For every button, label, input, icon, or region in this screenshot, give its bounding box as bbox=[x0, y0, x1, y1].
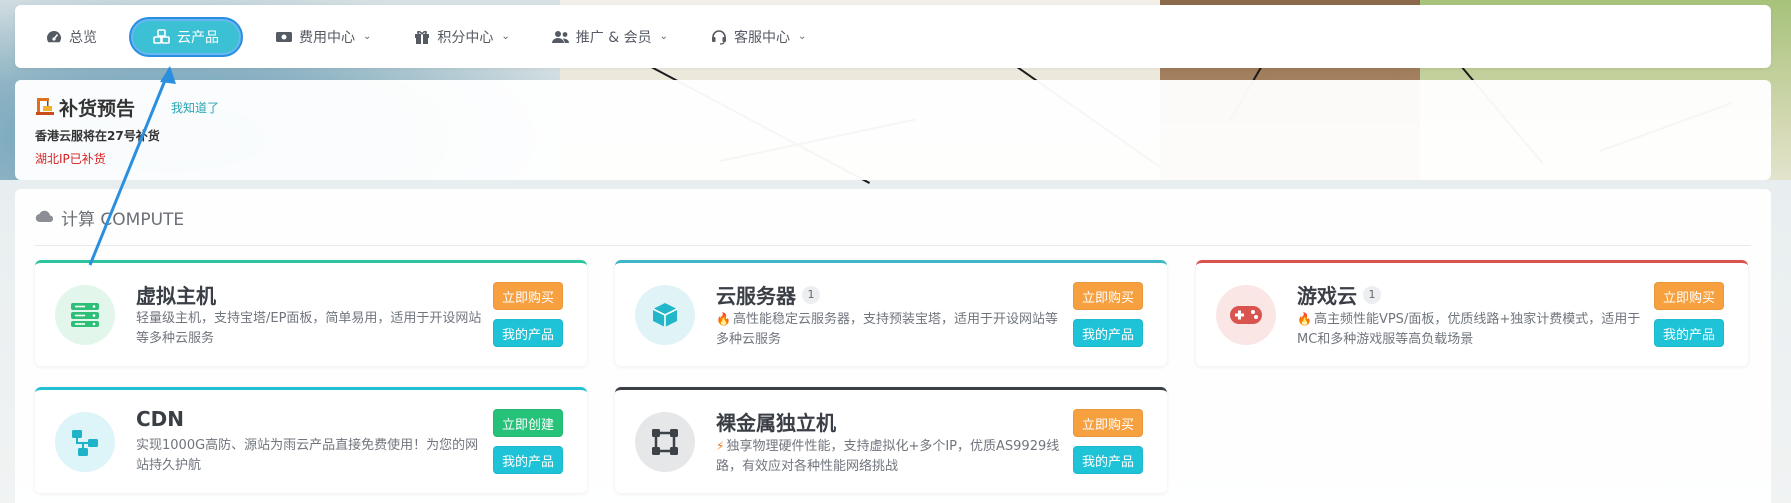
count-badge: 1 bbox=[1363, 285, 1381, 304]
gift-icon bbox=[413, 28, 431, 46]
notice-line-alert: 湖北IP已补货 bbox=[35, 152, 106, 166]
nav-label: 云产品 bbox=[177, 29, 219, 46]
my-products-button[interactable]: 我的产品 bbox=[493, 446, 563, 474]
chevron-down-icon: ⌄ bbox=[659, 31, 668, 42]
nav-label: 总览 bbox=[69, 29, 97, 46]
server-icon bbox=[55, 285, 115, 345]
card-description-wrap: 🔥 高性能稳定云服务器，支持预装宝塔，适用于开设网站等多种云服务 bbox=[716, 309, 1066, 350]
acknowledge-link[interactable]: 我知道了 bbox=[171, 99, 219, 116]
construction-icon bbox=[35, 96, 55, 120]
chevron-down-icon: ⌄ bbox=[798, 31, 807, 42]
money-icon bbox=[275, 28, 293, 46]
notice-title: 补货预告 bbox=[59, 98, 136, 120]
gamepad-icon bbox=[1216, 285, 1276, 345]
card-title: 裸金属独立机 bbox=[716, 411, 836, 435]
create-now-button[interactable]: 立即创建 bbox=[493, 409, 563, 437]
chevron-down-icon: ⌄ bbox=[501, 31, 510, 42]
box-icon bbox=[635, 285, 695, 345]
nav-item-support[interactable]: 客服中心 ⌄ bbox=[710, 17, 806, 57]
headset-icon bbox=[710, 28, 728, 46]
my-products-button[interactable]: 我的产品 bbox=[1073, 319, 1143, 347]
product-card-game-cloud: 游戏云 1 🔥 高主频性能VPS/面板，优质线路+独家计费模式，适用于MC和多种游… bbox=[1196, 260, 1748, 366]
product-card-bare-metal: 裸金属独立机 ⚡ 独享物理硬件性能，支持虚拟化+多个IP，优质AS9929线路，有… bbox=[615, 387, 1167, 493]
notice-line: 香港云服将在27号补货 bbox=[35, 129, 160, 143]
restock-notice: 补货预告 我知道了 香港云服将在27号补货 湖北IP已补货 bbox=[15, 80, 1771, 180]
divider bbox=[35, 245, 1751, 246]
product-card-virtual-host: 虚拟主机 轻量级主机，支持宝塔/EP面板，简单易用，适用于开设网站等多种云服务 … bbox=[35, 260, 587, 366]
card-title: 虚拟主机 bbox=[136, 284, 216, 308]
card-title: 云服务器 bbox=[716, 284, 796, 308]
nav-item-billing[interactable]: 费用中心 ⌄ bbox=[275, 17, 371, 57]
buy-now-button[interactable]: 立即购买 bbox=[493, 282, 563, 310]
nav-label: 积分中心 bbox=[437, 29, 494, 46]
product-card-cloud-server: 云服务器 1 🔥 高性能稳定云服务器，支持预装宝塔，适用于开设网站等多种云服务 立… bbox=[615, 260, 1167, 366]
card-title: CDN bbox=[136, 407, 185, 431]
nav-item-points[interactable]: 积分中心 ⌄ bbox=[413, 17, 510, 57]
top-navigation: 总览 云产品 费用中心 ⌄ 积分中心 ⌄ 推广 & 会员 ⌄ 客服中心 ⌄ bbox=[15, 5, 1771, 68]
card-description: 独享物理硬件性能，支持虚拟化+多个IP，优质AS9929线路，有效应对各种性能网… bbox=[716, 439, 1060, 474]
nav-label: 费用中心 bbox=[299, 29, 355, 46]
card-description: 高性能稳定云服务器，支持预装宝塔，适用于开设网站等多种云服务 bbox=[716, 312, 1058, 347]
nav-label: 客服中心 bbox=[734, 29, 790, 46]
users-icon bbox=[551, 28, 570, 46]
buy-now-button[interactable]: 立即购买 bbox=[1073, 409, 1143, 437]
section-title: 计算 COMPUTE bbox=[61, 210, 185, 230]
chevron-down-icon: ⌄ bbox=[363, 31, 372, 42]
card-description-wrap: ⚡ 独享物理硬件性能，支持虚拟化+多个IP，优质AS9929线路，有效应对各种性能… bbox=[716, 436, 1066, 477]
lightning-icon: ⚡ bbox=[716, 439, 725, 453]
fire-icon: 🔥 bbox=[1297, 312, 1312, 326]
fire-icon: 🔥 bbox=[716, 312, 731, 326]
count-badge: 1 bbox=[802, 285, 820, 304]
my-products-button[interactable]: 我的产品 bbox=[493, 319, 563, 347]
buy-now-button[interactable]: 立即购买 bbox=[1654, 282, 1724, 310]
my-products-button[interactable]: 我的产品 bbox=[1654, 319, 1724, 347]
card-description: 轻量级主机，支持宝塔/EP面板，简单易用，适用于开设网站等多种云服务 bbox=[136, 311, 482, 346]
card-description: 高主频性能VPS/面板，优质线路+独家计费模式，适用于MC和多种游戏服等高负载场… bbox=[1297, 312, 1641, 347]
nav-item-overview[interactable]: 总览 bbox=[45, 17, 97, 57]
compute-panel: 计算 COMPUTE 虚拟主机 轻量级主机，支持宝塔/EP面板，简单易用，适用于… bbox=[15, 189, 1771, 503]
cubes-icon bbox=[153, 28, 171, 46]
card-description-wrap: 🔥 高主频性能VPS/面板，优质线路+独家计费模式，适用于MC和多种游戏服等高负载… bbox=[1297, 309, 1647, 350]
network-icon bbox=[55, 412, 115, 472]
cloud-icon bbox=[35, 208, 55, 227]
card-title: 游戏云 bbox=[1297, 284, 1357, 308]
nav-item-promotion[interactable]: 推广 & 会员 ⌄ bbox=[551, 17, 668, 57]
nav-item-cloud-products[interactable]: 云产品 bbox=[129, 16, 243, 57]
nav-label: 推广 & 会员 bbox=[575, 29, 652, 46]
product-card-cdn: CDN 实现1000G高防、源站为雨云产品直接免费使用！为您的网站持久护航 立即… bbox=[35, 387, 587, 493]
bare-metal-icon bbox=[635, 412, 695, 472]
buy-now-button[interactable]: 立即购买 bbox=[1073, 282, 1143, 310]
my-products-button[interactable]: 我的产品 bbox=[1073, 446, 1143, 474]
card-description: 实现1000G高防、源站为雨云产品直接免费使用！为您的网站持久护航 bbox=[136, 438, 479, 473]
dashboard-icon bbox=[45, 28, 63, 46]
